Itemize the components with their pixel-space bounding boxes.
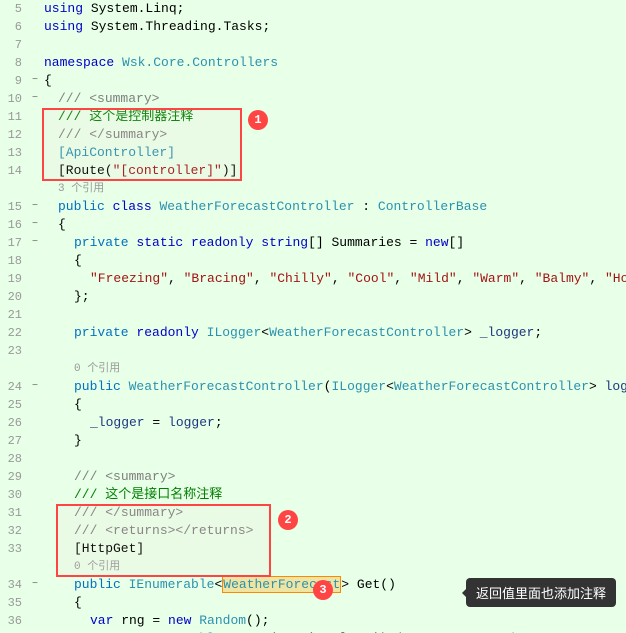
code-line-15: 15 − public class WeatherForecastControl…	[0, 198, 626, 216]
code-line-36: 36 var rng = new Random();	[0, 612, 626, 630]
line-num-30: 30	[0, 486, 28, 504]
code-line-9: 9 − {	[0, 72, 626, 90]
code-line-30: 30 /// 这个是接口名称注释	[0, 486, 626, 504]
annotation-3: 3	[313, 580, 333, 600]
line-num-9: 9	[0, 72, 28, 90]
fold-10[interactable]: −	[28, 90, 42, 108]
code-line-24: 24 − public WeatherForecastController(IL…	[0, 378, 626, 396]
ref-count-row-1: 0 个引用	[0, 558, 626, 576]
fold-9[interactable]: −	[28, 72, 42, 90]
code-line-19: 19 "Freezing", "Bracing", "Chilly", "Coo…	[0, 270, 626, 288]
code-line-7: 7	[0, 36, 626, 54]
code-line-21: 21	[0, 306, 626, 324]
code-line-33: 33 [HttpGet]	[0, 540, 626, 558]
code-line-27: 27 }	[0, 432, 626, 450]
code-line-25: 25 {	[0, 396, 626, 414]
code-line-11: 11 /// 这个是控制器注释	[0, 108, 626, 126]
line-num-5: 5	[0, 0, 28, 18]
line-num-20: 20	[0, 288, 28, 306]
line-num-14: 14	[0, 162, 28, 180]
line-num-26: 26	[0, 414, 28, 432]
line-num-27: 27	[0, 432, 28, 450]
line-num-34: 34	[0, 576, 28, 594]
code-line-8: 8 namespace Wsk.Core.Controllers	[0, 54, 626, 72]
ref-count-row: 3 个引用	[0, 180, 626, 198]
line-num-24: 24	[0, 378, 28, 396]
line-num-29: 29	[0, 468, 28, 486]
line-num-6: 6	[0, 18, 28, 36]
code-line-31: 31 /// </summary>	[0, 504, 626, 522]
fold-16[interactable]: −	[28, 216, 42, 234]
line-num-22: 22	[0, 324, 28, 342]
line-num-12: 12	[0, 126, 28, 144]
tooltip-box: 返回值里面也添加注释	[466, 578, 616, 607]
fold-24[interactable]: −	[28, 378, 42, 396]
code-line-12: 12 /// </summary>	[0, 126, 626, 144]
ref-count-row-0: 0 个引用	[0, 360, 626, 378]
code-line-13: 13 [ApiController]	[0, 144, 626, 162]
line-num-13: 13	[0, 144, 28, 162]
code-line-26: 26 _logger = logger;	[0, 414, 626, 432]
line-num-19: 19	[0, 270, 28, 288]
fold-34[interactable]: −	[28, 576, 42, 594]
code-line-10: 10 − /// <summary>	[0, 90, 626, 108]
line-num-33: 33	[0, 540, 28, 558]
line-num-7: 7	[0, 36, 28, 54]
code-line-28: 28	[0, 450, 626, 468]
line-num-36: 36	[0, 612, 28, 630]
code-line-5: 5 using System.Linq;	[0, 0, 626, 18]
line-num-31: 31	[0, 504, 28, 522]
line-num-35: 35	[0, 594, 28, 612]
annotation-2: 2	[278, 510, 298, 530]
code-line-20: 20 };	[0, 288, 626, 306]
code-line-6: 6 using System.Threading.Tasks;	[0, 18, 626, 36]
annotation-1: 1	[248, 110, 268, 130]
line-num-25: 25	[0, 396, 28, 414]
code-line-23: 23	[0, 342, 626, 360]
code-line-14: 14 [Route("[controller]")]	[0, 162, 626, 180]
code-line-32: 32 /// <returns></returns>	[0, 522, 626, 540]
line-num-21: 21	[0, 306, 28, 324]
fold-17[interactable]: −	[28, 234, 42, 252]
line-num-17: 17	[0, 234, 28, 252]
fold-15[interactable]: −	[28, 198, 42, 216]
code-line-16: 16 − {	[0, 216, 626, 234]
line-num-10: 10	[0, 90, 28, 108]
code-editor: 1 2 3 返回值里面也添加注释 5 using System.Linq; 6 …	[0, 0, 626, 633]
line-num-16: 16	[0, 216, 28, 234]
line-num-15: 15	[0, 198, 28, 216]
code-line-18: 18 {	[0, 252, 626, 270]
line-num-18: 18	[0, 252, 28, 270]
line-num-32: 32	[0, 522, 28, 540]
line-num-23: 23	[0, 342, 28, 360]
code-line-22: 22 private readonly ILogger<WeatherForec…	[0, 324, 626, 342]
line-num-8: 8	[0, 54, 28, 72]
line-num-28: 28	[0, 450, 28, 468]
code-line-17: 17 − private static readonly string[] Su…	[0, 234, 626, 252]
line-num-11: 11	[0, 108, 28, 126]
code-line-29: 29 /// <summary>	[0, 468, 626, 486]
